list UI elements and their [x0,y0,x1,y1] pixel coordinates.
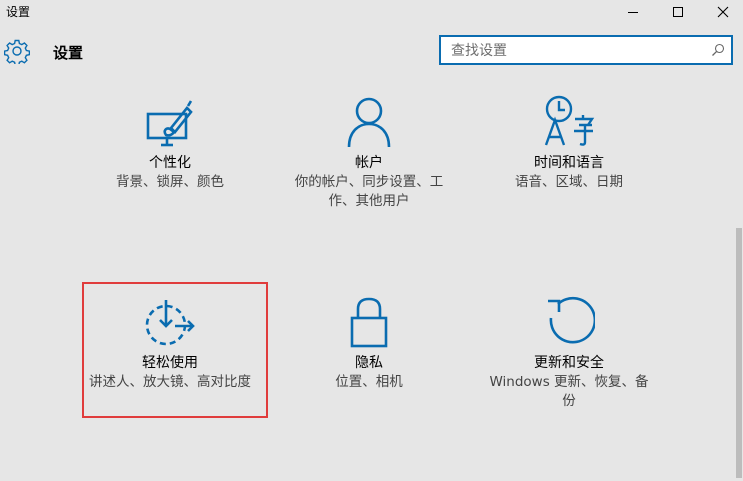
tile-title: 个性化 [149,155,191,171]
time-language-icon [544,95,595,146]
scrollbar[interactable] [735,70,743,481]
search-box[interactable] [439,35,733,65]
account-icon [347,97,391,148]
minimize-button[interactable] [610,0,656,24]
title-bar: 设置 [0,0,743,24]
tile-personalization[interactable]: 个性化 背景、锁屏、颜色 [80,90,260,192]
page-title: 设置 [53,44,84,62]
maximize-button[interactable] [655,0,701,24]
gear-icon [4,39,30,64]
privacy-lock-icon [350,297,388,348]
tile-title: 帐户 [355,155,383,171]
tile-title: 时间和语言 [534,155,604,171]
search-input[interactable] [449,40,703,62]
close-button[interactable] [700,0,743,24]
tile-description: 位置、相机 [335,374,403,390]
scrollbar-thumb[interactable] [736,228,742,478]
search-icon[interactable] [711,43,725,57]
tile-description: Windows 更新、恢复、备份 [489,374,649,409]
tile-title: 隐私 [355,355,383,371]
maximize-icon [673,7,683,17]
personalization-icon [146,100,193,147]
highlight-box [82,282,268,418]
tile-privacy[interactable]: 隐私 位置、相机 [279,290,459,392]
close-icon [717,6,729,18]
tile-accounts[interactable]: 帐户 你的帐户、同步设置、工作、其他用户 [279,90,459,211]
update-security-icon [548,296,595,344]
tile-update-security[interactable]: 更新和安全 Windows 更新、恢复、备份 [479,290,659,411]
minimize-icon [628,12,638,13]
tile-description: 你的帐户、同步设置、工作、其他用户 [294,174,444,209]
tile-title: 更新和安全 [534,355,604,371]
tile-description: 背景、锁屏、颜色 [116,174,224,190]
window-title: 设置 [6,5,31,19]
tile-time-language[interactable]: 时间和语言 语音、区域、日期 [479,90,659,192]
tile-description: 语音、区域、日期 [515,174,623,190]
